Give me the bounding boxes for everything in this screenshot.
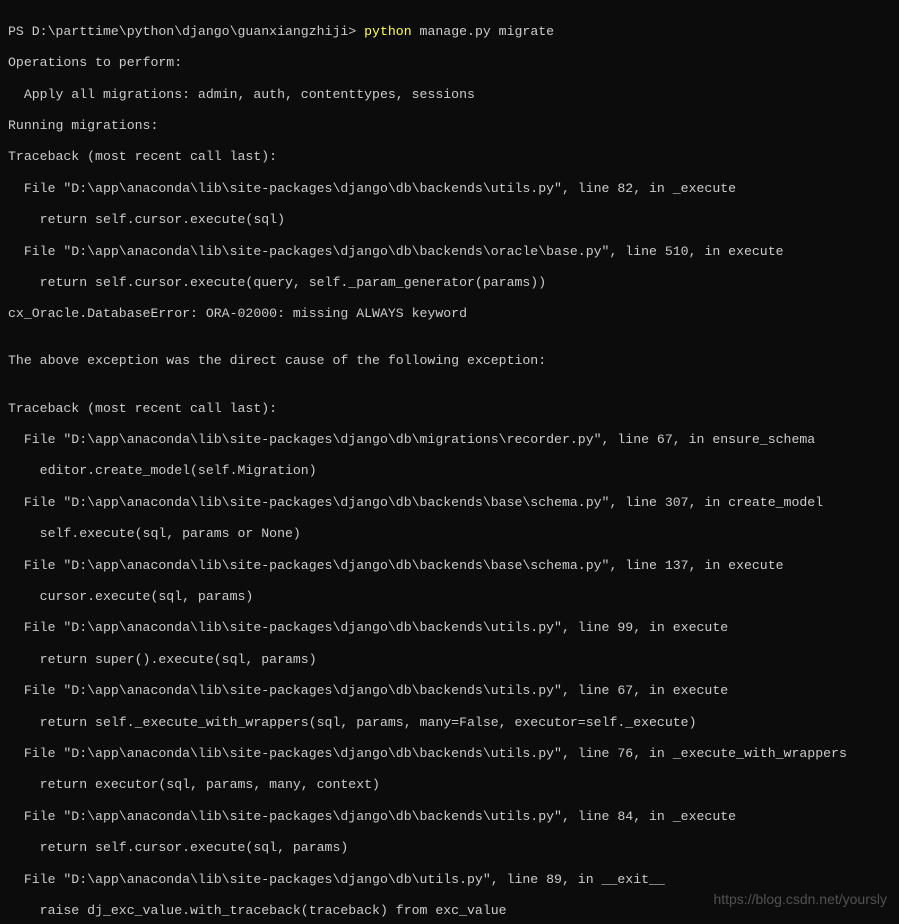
traceback-header: Traceback (most recent call last):	[8, 401, 893, 417]
traceback-code: return self._execute_with_wrappers(sql, …	[8, 715, 893, 731]
prompt-line: PS D:\parttime\python\django\guanxiangzh…	[8, 24, 893, 40]
traceback-file: File "D:\app\anaconda\lib\site-packages\…	[8, 809, 893, 825]
traceback-header: Traceback (most recent call last):	[8, 149, 893, 165]
traceback-code: editor.create_model(self.Migration)	[8, 463, 893, 479]
traceback-code: cursor.execute(sql, params)	[8, 589, 893, 605]
output-line: Running migrations:	[8, 118, 893, 134]
command-python: python	[364, 24, 411, 39]
error-line: cx_Oracle.DatabaseError: ORA-02000: miss…	[8, 306, 893, 322]
ps-prompt: PS D:\parttime\python\django\guanxiangzh…	[8, 24, 356, 39]
traceback-file: File "D:\app\anaconda\lib\site-packages\…	[8, 495, 893, 511]
traceback-file: File "D:\app\anaconda\lib\site-packages\…	[8, 746, 893, 762]
traceback-file: File "D:\app\anaconda\lib\site-packages\…	[8, 244, 893, 260]
traceback-code: raise dj_exc_value.with_traceback(traceb…	[8, 903, 893, 919]
chain-msg: The above exception was the direct cause…	[8, 353, 893, 369]
traceback-file: File "D:\app\anaconda\lib\site-packages\…	[8, 620, 893, 636]
traceback-code: return self.cursor.execute(sql, params)	[8, 840, 893, 856]
traceback-file: File "D:\app\anaconda\lib\site-packages\…	[8, 181, 893, 197]
traceback-file: File "D:\app\anaconda\lib\site-packages\…	[8, 558, 893, 574]
traceback-file: File "D:\app\anaconda\lib\site-packages\…	[8, 683, 893, 699]
terminal-output[interactable]: PS D:\parttime\python\django\guanxiangzh…	[0, 0, 899, 924]
traceback-code: return executor(sql, params, many, conte…	[8, 777, 893, 793]
traceback-file: File "D:\app\anaconda\lib\site-packages\…	[8, 432, 893, 448]
traceback-code: return self.cursor.execute(query, self._…	[8, 275, 893, 291]
output-line: Operations to perform:	[8, 55, 893, 71]
traceback-code: return self.cursor.execute(sql)	[8, 212, 893, 228]
traceback-code: return super().execute(sql, params)	[8, 652, 893, 668]
traceback-code: self.execute(sql, params or None)	[8, 526, 893, 542]
command-args: manage.py migrate	[420, 24, 555, 39]
output-line: Apply all migrations: admin, auth, conte…	[8, 87, 893, 103]
traceback-file: File "D:\app\anaconda\lib\site-packages\…	[8, 872, 893, 888]
